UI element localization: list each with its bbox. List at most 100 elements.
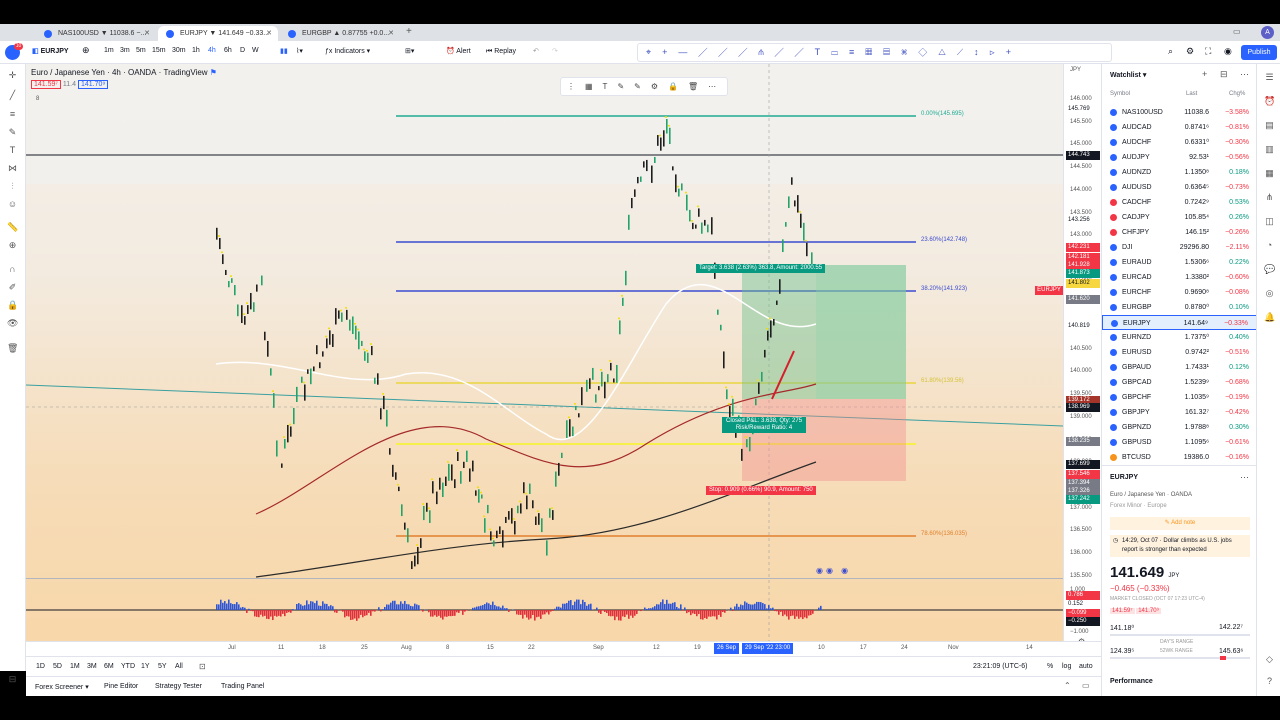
chart-pane[interactable]: Euro / Japanese Yen · 4h · OANDA · Tradi… <box>26 64 1097 656</box>
fullscreen-icon[interactable]: ⛶ <box>1205 46 1211 56</box>
watchlist-row[interactable]: NAS100USD 11038.6 −3.58% <box>1102 105 1256 120</box>
interval-1h[interactable]: 1h <box>192 47 200 54</box>
interval-1m[interactable]: 1m <box>104 47 114 54</box>
watchlist-row[interactable]: CHFJPY 146.15² −0.26% <box>1102 225 1256 240</box>
browser-tab-active[interactable]: EURJPY ▼ 141.649 −0.33... ✕ <box>158 26 278 41</box>
add-note-button[interactable]: ✎ Add note <box>1110 517 1250 530</box>
watchlist-row[interactable]: GBPJPY 161.32⁷ −0.42% <box>1102 405 1256 420</box>
details-symbol[interactable]: EURJPY <box>1110 474 1138 481</box>
watchlist-row[interactable]: AUDUSD 0.6364⁵ −0.73% <box>1102 180 1256 195</box>
range-all[interactable]: All <box>175 663 183 670</box>
watchlist-row[interactable]: AUDJPY 92.53¹ −0.56% <box>1102 150 1256 165</box>
eye-icon[interactable]: 👁 <box>7 318 18 329</box>
calendar-icon[interactable]: ▦ <box>1264 168 1275 179</box>
watchlist-row[interactable]: GBPCAD 1.5239⁹ −0.68% <box>1102 375 1256 390</box>
interval-D[interactable]: D <box>240 47 245 54</box>
watchlist-row[interactable]: GBPNZD 1.9788⁸ 0.30% <box>1102 420 1256 435</box>
object-tree-icon[interactable]: ⊟ <box>7 674 18 685</box>
clock-label[interactable]: 23:21:09 (UTC-6) <box>973 663 1027 670</box>
search-icon[interactable]: ⌕ <box>1168 46 1173 56</box>
stop-label[interactable]: Stop: 0.909 (0.66%) 90.9, Amount: 750 <box>706 486 816 495</box>
more-icon[interactable]: ⋯ <box>1240 472 1249 483</box>
watchlist-icon[interactable]: ☰ <box>1264 72 1275 83</box>
close-icon[interactable]: ✕ <box>266 26 272 41</box>
new-tab-icon[interactable]: + <box>406 26 412 37</box>
lock-icon[interactable]: 🔒 <box>7 300 18 311</box>
closed-pnl-label[interactable]: Closed P&L: 3.638, Qty: 275 Risk/Reward … <box>722 417 807 433</box>
interval-15m[interactable]: 15m <box>152 47 166 54</box>
stay-in-drawing-icon[interactable]: ✐ <box>7 282 18 293</box>
watchlist-row[interactable]: GBPAUD 1.7433¹ 0.12% <box>1102 360 1256 375</box>
range-1y[interactable]: 1Y <box>141 663 150 670</box>
ideas-icon[interactable]: ⋔ <box>1264 192 1275 203</box>
collapse-icon[interactable]: ⌃ <box>1064 681 1071 690</box>
watchlist-row[interactable]: EURGBP 0.8780⁰ 0.10% <box>1102 300 1256 315</box>
flag-icon[interactable]: ⚑ <box>210 68 217 77</box>
alert-button[interactable]: ⏰ Alert <box>446 47 471 57</box>
trend-line-icon[interactable]: ╱ <box>7 90 18 101</box>
watchlist-row[interactable]: CADJPY 105.85⁴ 0.26% <box>1102 210 1256 225</box>
layout-icon[interactable]: ⊞▾ <box>405 47 414 57</box>
auto-toggle[interactable]: auto <box>1079 663 1093 670</box>
watchlist-row[interactable]: AUDCAD 0.8741⁶ −0.81% <box>1102 120 1256 135</box>
watchlist-row[interactable]: EURUSD 0.9742² −0.51% <box>1102 345 1256 360</box>
snapshot-icon[interactable]: ◉ <box>1224 46 1232 56</box>
layers-icon[interactable]: ◇ <box>1264 654 1275 665</box>
notifications-icon[interactable]: 💬 <box>1264 264 1275 275</box>
settings-icon[interactable]: ⚙ <box>1186 46 1194 56</box>
tab-pine-editor[interactable]: Pine Editor <box>104 683 138 690</box>
tab-forex-screener[interactable]: Forex Screener ▾ <box>35 683 89 691</box>
emoji-icon[interactable]: ☺ <box>7 199 18 210</box>
pattern-icon[interactable]: ⋈ <box>7 163 18 174</box>
percent-toggle[interactable]: % <box>1047 663 1053 670</box>
broadcast-icon[interactable]: ◎ <box>1264 288 1275 299</box>
indicators-button[interactable]: ƒx Indicators ▾ <box>325 47 370 57</box>
chart-type-icon[interactable]: ▮▮ <box>280 47 288 57</box>
bell-icon[interactable]: 🔔 <box>1264 312 1275 323</box>
sell-button[interactable]: 141.59⁷ <box>31 80 61 89</box>
close-icon[interactable]: ✕ <box>144 26 150 41</box>
watchlist-title[interactable]: Watchlist ▾ <box>1110 71 1146 79</box>
target-label[interactable]: Target: 3.638 (2.63%) 363.8, Amount: 200… <box>696 264 826 273</box>
chat-icon[interactable]: ◫ <box>1264 216 1275 227</box>
drawing-tools[interactable]: ⌖+—╱╱╱⋔╱╱T▭≡▦▤⌘◇△⟋↕⊳+ <box>646 47 1106 59</box>
trend-channel-line[interactable] <box>26 384 1063 427</box>
range-6m[interactable]: 6M <box>104 663 114 670</box>
watchlist-row[interactable]: EURAUD 1.5306⁶ 0.22% <box>1102 255 1256 270</box>
crosshair-icon[interactable]: ✛ <box>7 70 18 81</box>
range-5d[interactable]: 5D <box>53 663 62 670</box>
watchlist-row[interactable]: EURJPY 141.64⁹ −0.33% <box>1102 315 1256 330</box>
symbol-search-button[interactable]: ◧ EURJPY <box>32 47 69 57</box>
range-1d[interactable]: 1D <box>36 663 45 670</box>
interval-30m[interactable]: 30m <box>172 47 186 54</box>
interval-4h[interactable]: 4h <box>208 47 216 54</box>
range-ytd[interactable]: YTD <box>121 663 135 670</box>
undo-icon[interactable]: ↶ <box>533 47 539 57</box>
watchlist-row[interactable]: AUDCHF 0.6331⁰ −0.30% <box>1102 135 1256 150</box>
profile-avatar[interactable]: A <box>1261 26 1274 39</box>
price-axis[interactable]: JPY 146.000 145.500 145.000 144.500 144.000 1… <box>1063 64 1101 656</box>
oscillator-pane[interactable] <box>26 579 1063 641</box>
maximize-icon[interactable]: ▭ <box>1082 681 1090 690</box>
watchlist-row[interactable]: EURCHF 0.9690⁸ −0.08% <box>1102 285 1256 300</box>
time-axis[interactable]: Jul 11 18 25 Aug 8 15 22 Sep 12 19 26 Sep 29 Sep '22… <box>26 641 1101 656</box>
streams-icon[interactable]: ◔ <box>1264 240 1275 251</box>
data-window-icon[interactable]: ▤ <box>1264 120 1275 131</box>
compare-icon[interactable]: ⊕ <box>82 45 90 55</box>
watchlist-row[interactable]: GBPUSD 1.1095⁶ −0.61% <box>1102 435 1256 450</box>
close-icon[interactable]: ✕ <box>388 26 394 41</box>
replay-button[interactable]: ⏮ Replay <box>486 47 516 57</box>
performance-heading[interactable]: Performance <box>1110 678 1153 685</box>
column-header-chg[interactable]: Chg% <box>1229 91 1245 97</box>
watchlist-row[interactable]: DJI 29296.80 −2.11% <box>1102 240 1256 255</box>
range-5y[interactable]: 5Y <box>158 663 167 670</box>
column-header-symbol[interactable]: Symbol <box>1110 91 1130 97</box>
publish-button[interactable]: Publish <box>1241 45 1277 60</box>
zoom-in-icon[interactable]: ⊕ <box>7 240 18 251</box>
watchlist-row[interactable]: AUDNZD 1.1350⁸ 0.18% <box>1102 165 1256 180</box>
browser-tab[interactable]: EURGBP ▲ 0.87755 +0.0... ✕ <box>280 26 400 41</box>
watchlist-row[interactable]: EURCAD 1.3380² −0.60% <box>1102 270 1256 285</box>
buy-button[interactable]: 141.70⁹ <box>77 80 109 89</box>
text-icon[interactable]: T <box>7 145 18 156</box>
position-loss-zone[interactable] <box>742 399 906 481</box>
